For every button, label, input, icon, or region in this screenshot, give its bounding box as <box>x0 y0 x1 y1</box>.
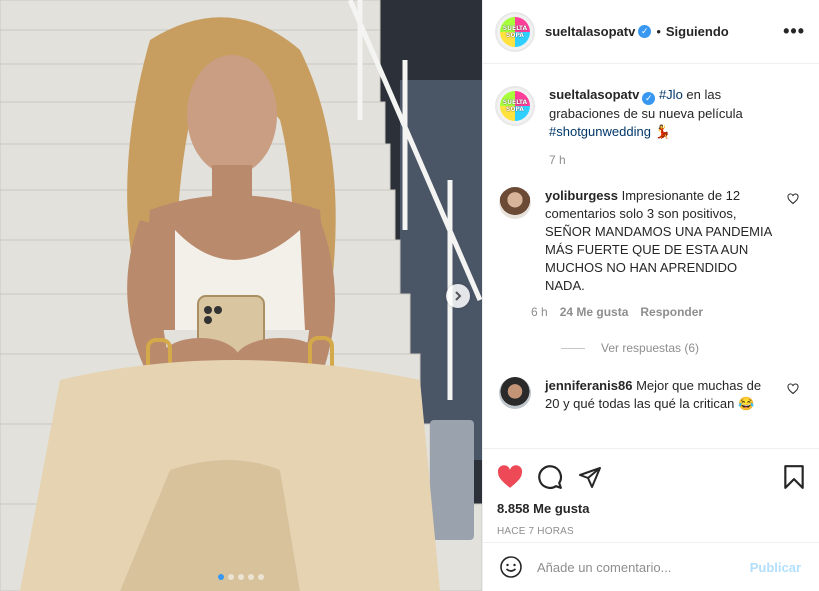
caption-time[interactable]: 7 h <box>549 153 805 167</box>
author-avatar[interactable]: SUELTA SOPA <box>495 11 535 52</box>
commenter-username[interactable]: jenniferanis86 <box>545 378 632 393</box>
emoji-picker-icon[interactable] <box>499 555 523 579</box>
logo-text: SOPA <box>506 106 524 113</box>
comment-body: Impresionante de 12 comentarios solo 3 s… <box>545 188 772 293</box>
suelta-la-sopa-logo: SUELTA SOPA <box>500 91 530 121</box>
save-bookmark-icon[interactable] <box>783 464 805 490</box>
carousel-indicator <box>218 574 264 580</box>
hashtag-link[interactable]: #Jlo <box>659 87 683 102</box>
next-photo-button[interactable] <box>446 284 470 308</box>
view-replies-button[interactable]: Ver respuestas (6) <box>561 341 805 355</box>
replies-divider <box>561 347 585 349</box>
chevron-right-icon <box>455 291 462 301</box>
dancer-emoji: 💃 <box>654 124 671 139</box>
post-actions: 8.858 Me gusta HACE 7 HORAS <box>483 448 819 537</box>
caption-text: sueltalasopatv ✓ #Jlo en las grabaciones … <box>549 86 769 141</box>
author-avatar[interactable]: SUELTA SOPA <box>495 86 535 126</box>
comment-text: yoliburgess Impresionante de 12 comentar… <box>545 187 775 295</box>
comment-like-icon[interactable] <box>787 383 799 395</box>
comment-likes[interactable]: 24 Me gusta <box>560 305 629 319</box>
carousel-dot <box>218 574 224 580</box>
separator-dot: • <box>656 24 661 39</box>
comment-like-icon[interactable] <box>787 193 799 205</box>
carousel-dot <box>238 574 244 580</box>
comment-input[interactable] <box>537 559 737 575</box>
caption-username[interactable]: sueltalasopatv <box>549 87 639 102</box>
comment-text: jenniferanis86 Mejor que muchas de 20 y … <box>545 377 775 413</box>
reply-button[interactable]: Responder <box>640 305 703 319</box>
stairs-photo-illustration <box>0 0 482 591</box>
comment-time[interactable]: 6 h <box>531 305 548 319</box>
post-timestamp[interactable]: HACE 7 HORAS <box>497 526 805 537</box>
post-photo[interactable] <box>0 0 482 591</box>
logo-text: SUELTA <box>502 24 528 32</box>
action-icons-row <box>497 457 805 497</box>
share-icon[interactable] <box>577 465 603 489</box>
add-comment-bar: Publicar <box>483 542 819 591</box>
logo-text: SOPA <box>506 31 524 39</box>
comment-item: jenniferanis86 Mejor que muchas de 20 y … <box>495 377 805 413</box>
verified-badge-icon: ✓ <box>642 92 656 105</box>
comment-item: yoliburgess Impresionante de 12 comentar… <box>495 187 805 319</box>
commenter-username[interactable]: yoliburgess <box>545 188 618 203</box>
suelta-la-sopa-logo: SUELTA SOPA <box>500 16 530 47</box>
publish-button[interactable]: Publicar <box>750 560 801 575</box>
carousel-dot <box>258 574 264 580</box>
likes-count[interactable]: 8.858 Me gusta <box>497 501 805 516</box>
more-options-icon[interactable]: ••• <box>783 21 805 42</box>
view-replies-label: Ver respuestas (6) <box>601 341 700 355</box>
liked-heart-icon[interactable] <box>497 465 523 489</box>
post-header: SUELTA SOPA sueltalasopatv ✓ • Siguiendo… <box>483 0 819 64</box>
comment-icon[interactable] <box>537 464 563 490</box>
comment-meta: 6 h 24 Me gusta Responder <box>531 305 775 319</box>
carousel-dot <box>228 574 234 580</box>
hashtag-link[interactable]: #shotgunwedding <box>549 124 651 139</box>
verified-badge-icon: ✓ <box>638 25 652 38</box>
post-caption: SUELTA SOPA sueltalasopatv ✓ #Jlo en las … <box>495 86 805 141</box>
post-side-panel: SUELTA SOPA sueltalasopatv ✓ • Siguiendo… <box>482 0 819 591</box>
commenter-avatar[interactable] <box>499 187 531 219</box>
logo-text: SUELTA <box>502 99 528 106</box>
commenter-avatar[interactable] <box>499 377 531 409</box>
author-username[interactable]: sueltalasopatv <box>545 24 635 39</box>
carousel-dot <box>248 574 254 580</box>
following-button[interactable]: Siguiendo <box>666 24 729 39</box>
comments-section[interactable]: SUELTA SOPA sueltalasopatv ✓ #Jlo en las … <box>483 64 819 448</box>
